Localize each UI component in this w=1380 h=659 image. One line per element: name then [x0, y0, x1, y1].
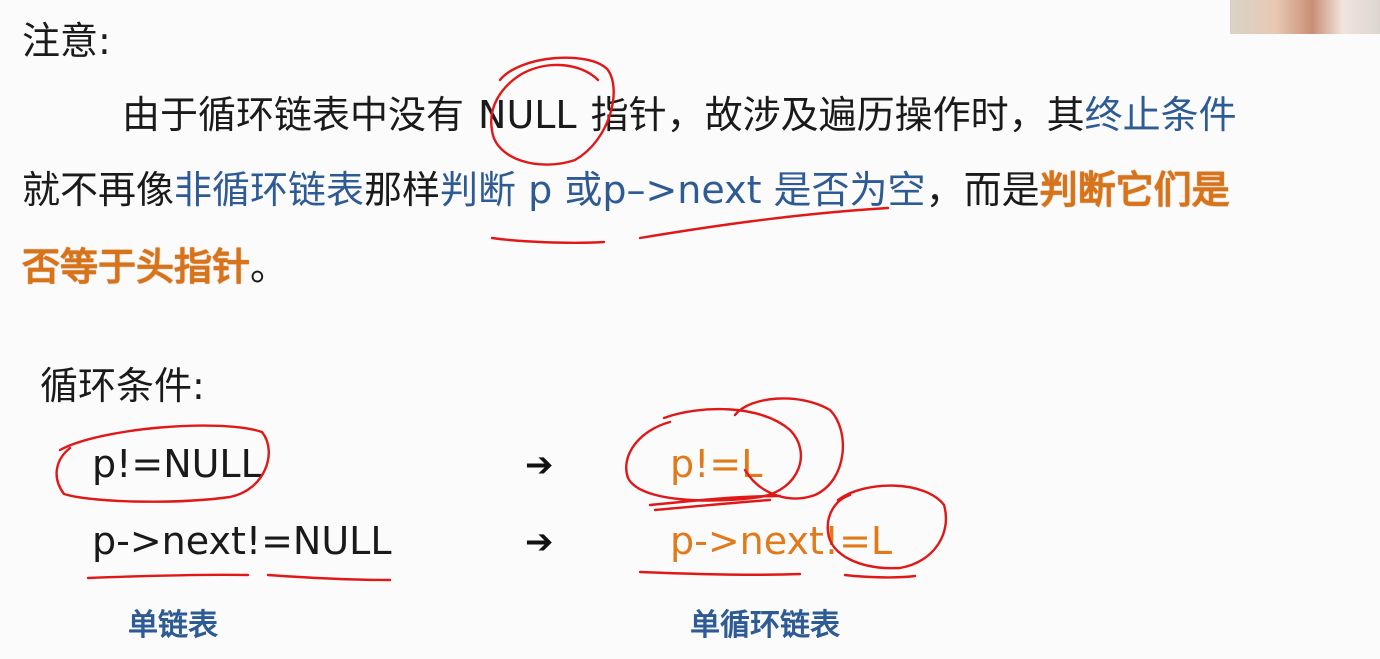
null-keyword: NULL: [478, 93, 577, 137]
singly-condition-2: p->next!=NULL: [92, 519, 392, 563]
caption-singly-linked-list: 单链表: [128, 608, 218, 643]
arrow-right-icon: ➔: [525, 445, 554, 485]
caption-circular-linked-list: 单循环链表: [690, 608, 840, 643]
para-text: 指针，故涉及遍历操作时，其: [590, 93, 1085, 137]
null-check-phrase: 判断 p 或p–>next 是否为空: [440, 168, 926, 212]
underline-judge: [490, 236, 606, 244]
para-text: 就不再像: [22, 168, 175, 212]
para-text: 那样: [364, 168, 441, 212]
circular-condition-1: p!=L: [670, 442, 763, 486]
key-phrase: 判断它们是: [1039, 168, 1230, 212]
para-text: ，而是: [925, 168, 1040, 212]
para-text: 由于循环链表中没有: [122, 93, 465, 137]
underline-ne-l: [843, 573, 917, 579]
underline-p-next-left: [86, 573, 250, 580]
key-phrase: 否等于头指针: [22, 245, 251, 289]
underline-p-next: [638, 206, 890, 240]
termination-condition: 终止条件: [1084, 93, 1237, 137]
para-text: 。: [250, 245, 289, 289]
arrow-right-icon: ➔: [525, 522, 554, 562]
paragraph-line-2: 就不再像非循环链表那样判断 p 或p–>next 是否为空，而是判断它们是: [22, 171, 1230, 209]
singly-condition-1: p!=NULL: [92, 442, 262, 486]
non-circular-list: 非循环链表: [174, 168, 365, 212]
webcam-overlay: [1230, 0, 1380, 34]
circular-condition-2: p->next!=L: [670, 519, 893, 563]
strike-under-p-ne-l-2: [653, 498, 772, 512]
underline-p-next-right: [638, 570, 802, 577]
paragraph-line-1: 由于循环链表中没有 NULL 指针，故涉及遍历操作时，其终止条件: [122, 96, 1237, 134]
underline-ne-null: [266, 573, 392, 582]
loop-heading: 循环条件:: [40, 364, 205, 408]
note-heading: 注意:: [22, 19, 111, 63]
paragraph-line-3: 否等于头指针。: [22, 248, 288, 286]
strike-under-p-ne-l: [648, 494, 782, 507]
